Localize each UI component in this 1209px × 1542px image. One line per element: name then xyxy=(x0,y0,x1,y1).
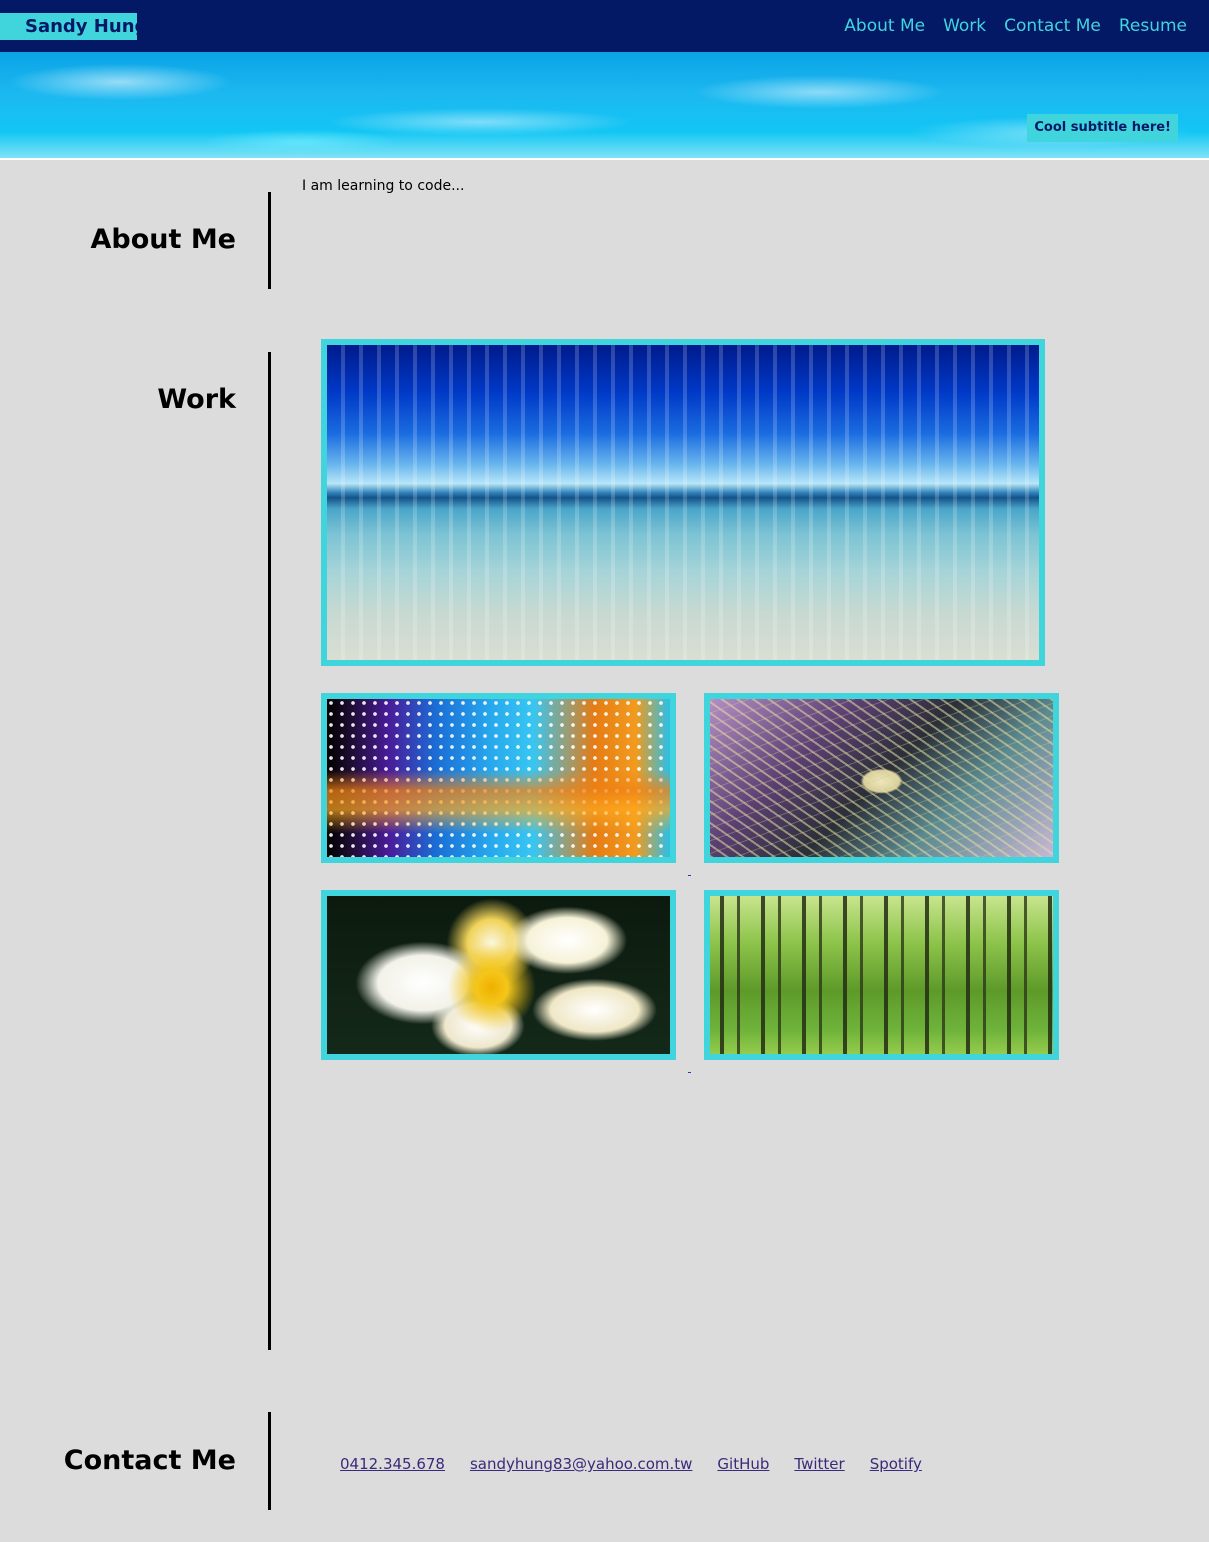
work-divider xyxy=(268,352,271,1350)
brand-name[interactable]: Sandy Hung xyxy=(0,13,147,40)
ocean-image xyxy=(327,345,1039,660)
led-display-image xyxy=(327,699,670,857)
nav-link-work[interactable]: Work xyxy=(943,14,986,38)
contact-twitter-link[interactable]: Twitter xyxy=(794,1455,844,1473)
ocean-photo[interactable] xyxy=(321,339,1045,666)
nav-links: About Me Work Contact Me Resume xyxy=(844,14,1187,38)
contact-email-link[interactable]: sandyhung83@yahoo.com.tw xyxy=(470,1455,692,1473)
contact-links: 0412.345.678 sandyhung83@yahoo.com.tw Gi… xyxy=(340,1455,922,1473)
led-display-photo[interactable] xyxy=(321,693,676,863)
plumeria-flower-image xyxy=(327,896,670,1054)
nav-link-contact[interactable]: Contact Me xyxy=(1004,14,1101,38)
image-link-spacer[interactable] xyxy=(688,875,691,876)
forest-photo[interactable] xyxy=(704,890,1059,1060)
about-text: I am learning to code... xyxy=(302,178,465,194)
contact-heading: Contact Me xyxy=(63,1445,236,1476)
contact-spotify-link[interactable]: Spotify xyxy=(870,1455,922,1473)
circuit-board-photo[interactable] xyxy=(704,693,1059,863)
hero-subtitle: Cool subtitle here! xyxy=(1027,114,1178,142)
circuit-board-image xyxy=(710,699,1053,857)
image-link-spacer[interactable] xyxy=(688,1072,691,1073)
nav-link-resume[interactable]: Resume xyxy=(1119,14,1187,38)
nav-link-about[interactable]: About Me xyxy=(844,14,925,38)
plumeria-flower-photo[interactable] xyxy=(321,890,676,1060)
top-navbar: Sandy Hung About Me Work Contact Me Resu… xyxy=(0,0,1209,52)
contact-divider xyxy=(268,1412,271,1510)
led-display-glow xyxy=(327,699,670,857)
forest-image xyxy=(710,896,1053,1054)
work-heading: Work xyxy=(157,384,236,415)
contact-phone-link[interactable]: 0412.345.678 xyxy=(340,1455,445,1473)
hero-banner: Cool subtitle here! xyxy=(0,52,1209,160)
contact-github-link[interactable]: GitHub xyxy=(717,1455,769,1473)
about-heading: About Me xyxy=(90,224,236,255)
about-divider xyxy=(268,192,271,289)
